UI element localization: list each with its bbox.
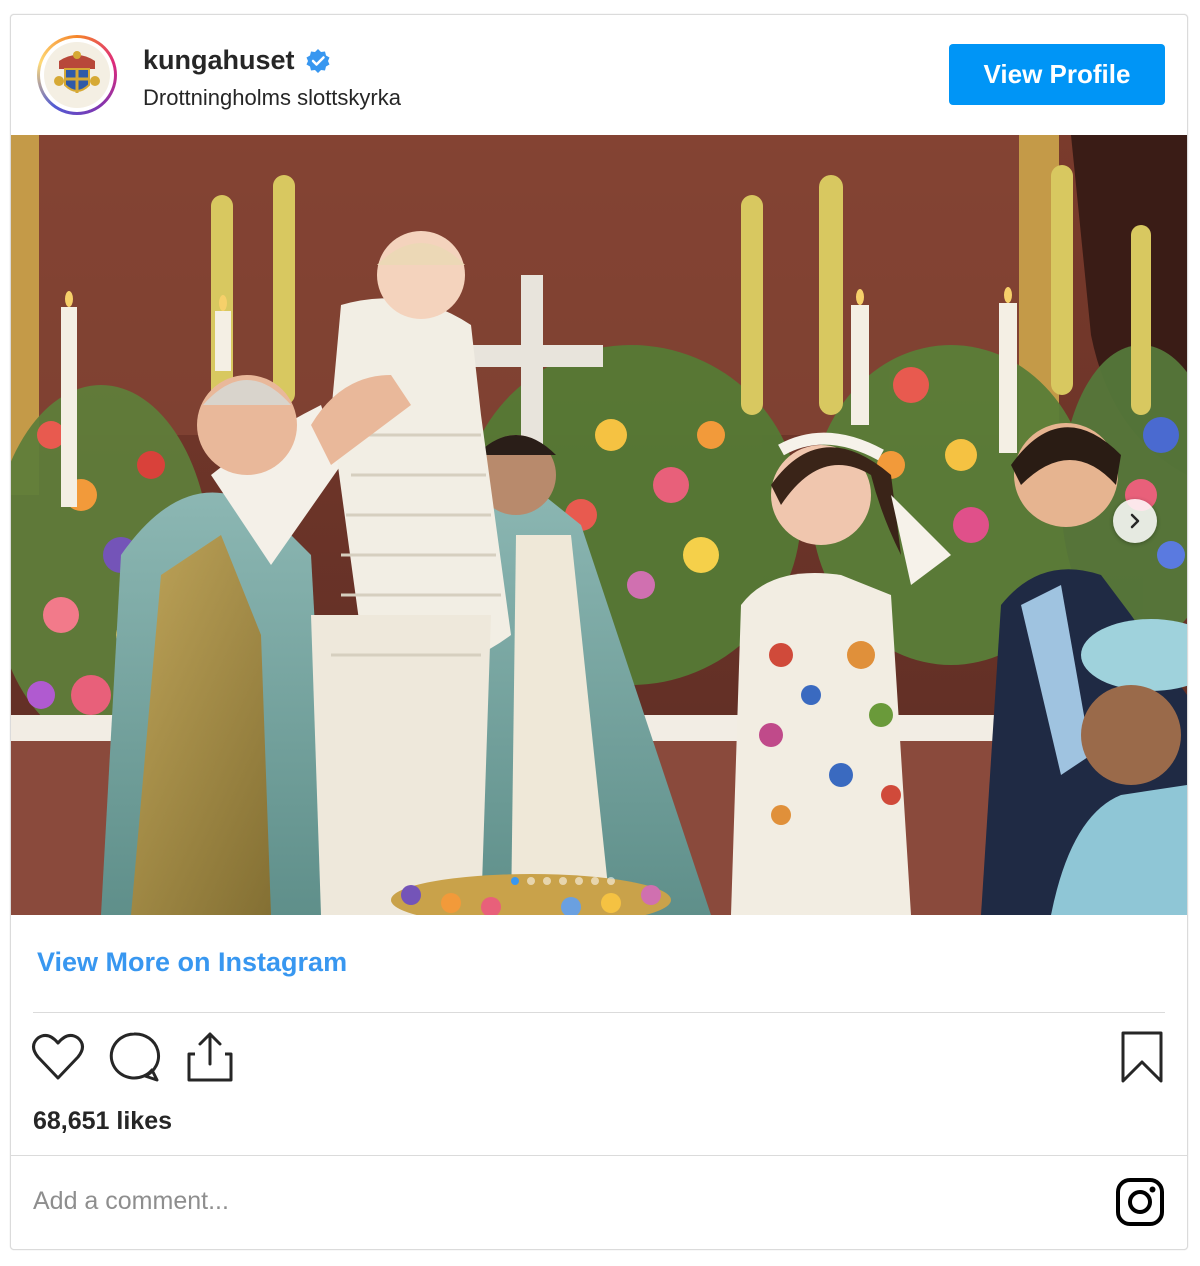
next-photo-button[interactable]	[1113, 499, 1157, 543]
like-button[interactable]	[31, 1030, 85, 1084]
username[interactable]: kungahuset	[143, 45, 295, 76]
carousel-indicator	[511, 877, 615, 885]
view-profile-button[interactable]: View Profile	[949, 44, 1165, 105]
carousel-dot	[511, 877, 519, 885]
comment-button[interactable]	[107, 1030, 161, 1084]
bookmark-icon	[1121, 1031, 1163, 1083]
instagram-logo-button[interactable]	[1115, 1177, 1165, 1227]
post-location[interactable]: Drottningholms slottskyrka	[143, 85, 401, 111]
share-button[interactable]	[183, 1030, 237, 1084]
comment-input[interactable]: Add a comment...	[33, 1187, 229, 1216]
share-icon	[187, 1032, 233, 1082]
save-button[interactable]	[1119, 1030, 1165, 1084]
instagram-embed-card: kungahuset Drottningholms slottskyrka Vi…	[10, 14, 1188, 1250]
divider	[33, 1012, 1165, 1013]
christening-photo	[11, 135, 1187, 915]
avatar[interactable]	[37, 35, 117, 115]
divider	[11, 1155, 1187, 1156]
carousel-dot	[607, 877, 615, 885]
carousel-dot	[543, 877, 551, 885]
post-photo[interactable]	[11, 135, 1187, 915]
view-more-link[interactable]: View More on Instagram	[37, 947, 347, 978]
carousel-dot	[591, 877, 599, 885]
heart-icon	[32, 1033, 84, 1080]
comment-icon	[109, 1032, 161, 1082]
carousel-dot	[527, 877, 535, 885]
chevron-right-icon	[1130, 513, 1140, 529]
likes-count: 68,651 likes	[33, 1107, 173, 1135]
action-bar	[31, 1030, 237, 1084]
coat-of-arms-icon	[44, 42, 110, 108]
verified-badge-icon	[306, 48, 330, 73]
carousel-dot	[559, 877, 567, 885]
instagram-logo-icon	[1116, 1178, 1164, 1226]
post-header: kungahuset Drottningholms slottskyrka Vi…	[11, 15, 1187, 135]
carousel-dot	[575, 877, 583, 885]
